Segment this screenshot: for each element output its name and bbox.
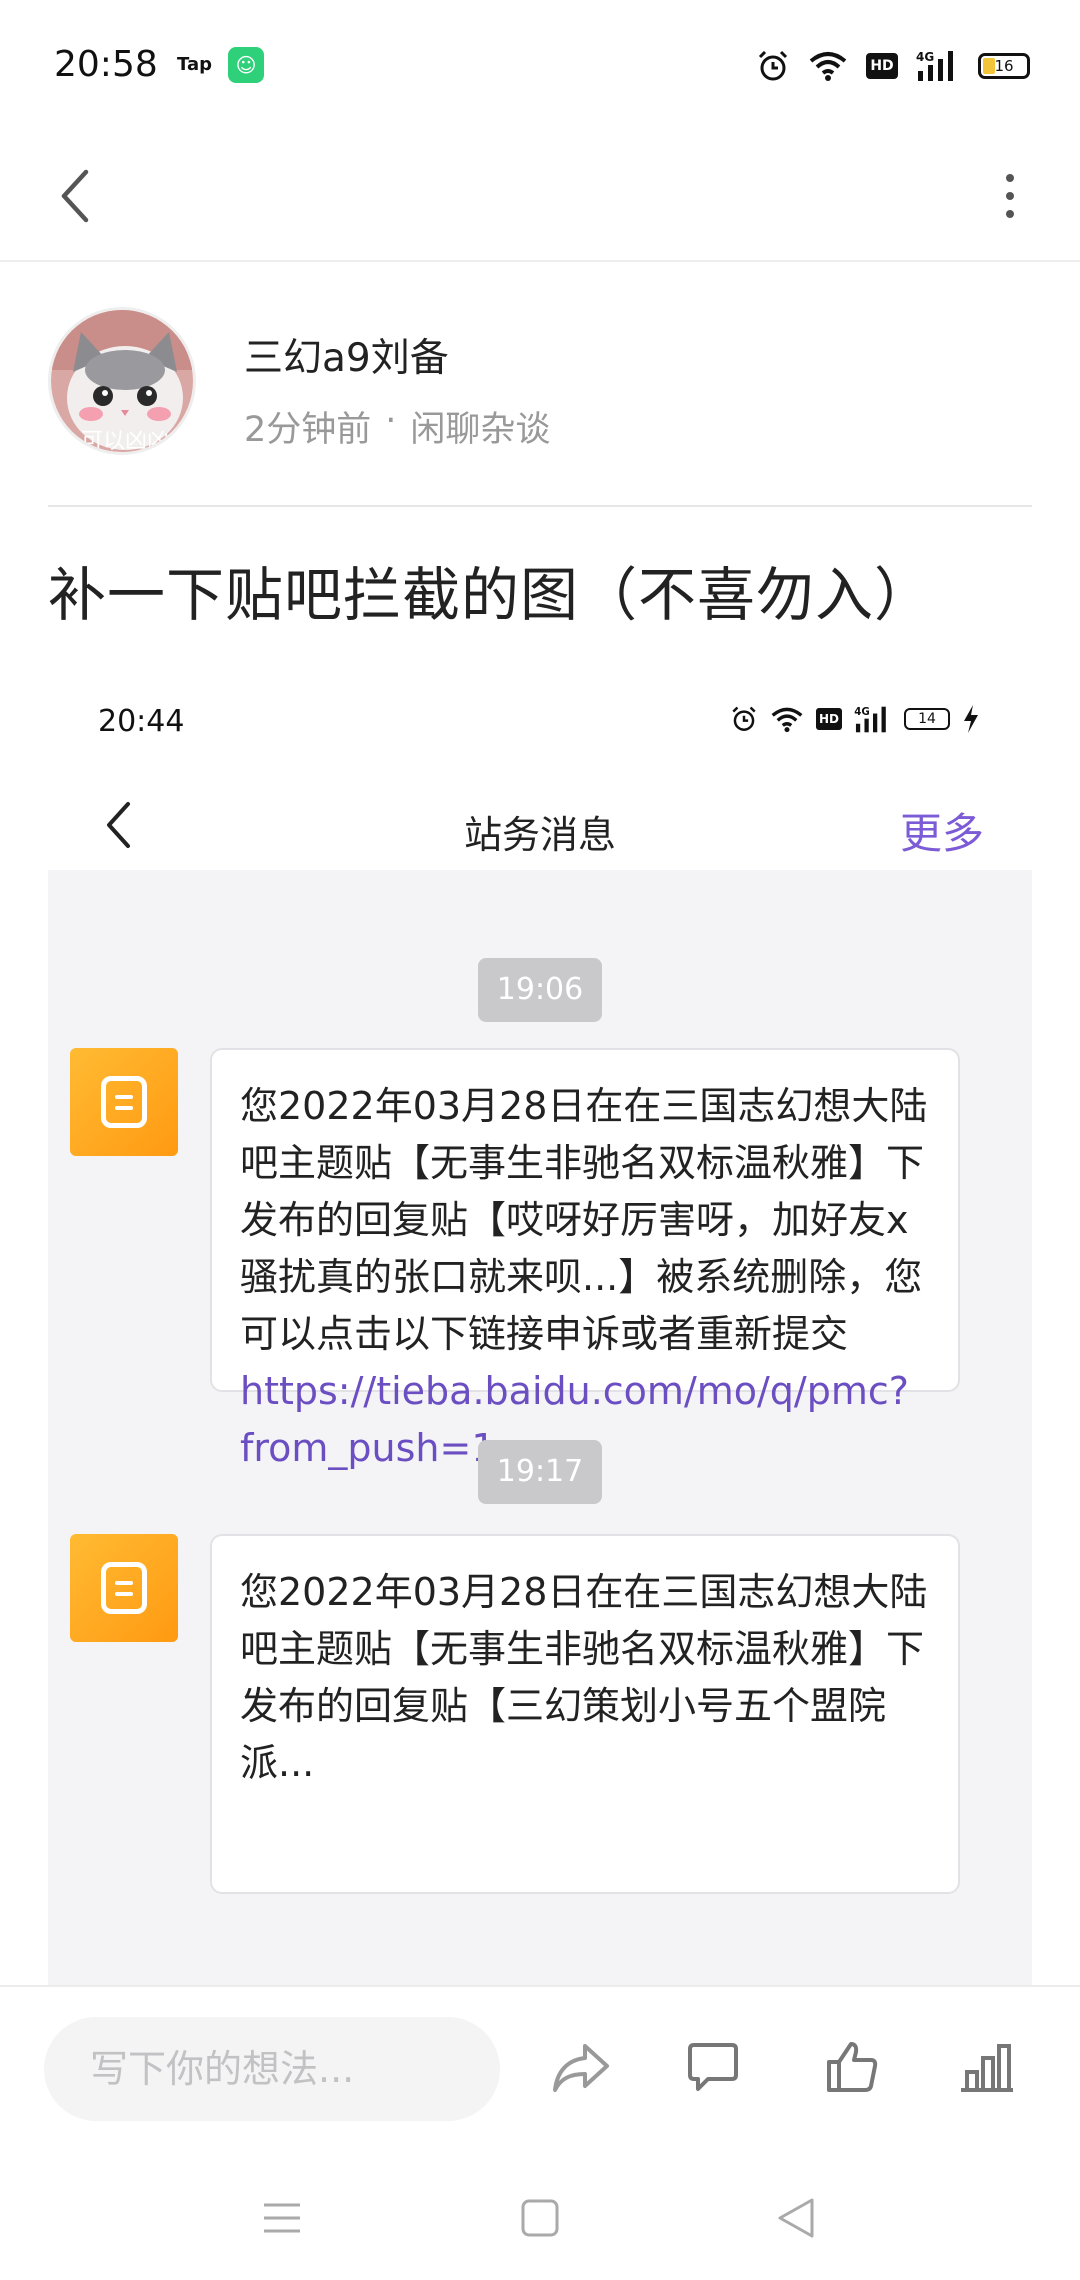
status-bar: 20:58 Tap ☺ HD 4G 16: [0, 0, 1080, 130]
back-triangle-icon: [778, 2198, 814, 2238]
home-button[interactable]: [500, 2178, 580, 2258]
message-text: 您2022年03月28日在在三国志幻想大陆吧主题贴【无事生非驰名双标温秋雅】下发…: [240, 1084, 928, 1356]
comment-button[interactable]: [673, 2027, 753, 2107]
share-button[interactable]: [541, 2027, 621, 2107]
message-text: 您2022年03月28日在在三国志幻想大陆吧主题贴【无事生非驰名双标温秋雅】下发…: [240, 1570, 928, 1785]
message-timestamp: 19:17: [478, 1440, 602, 1504]
comment-icon: [688, 2043, 738, 2091]
comment-input[interactable]: [44, 2017, 500, 2121]
embedded-status-icons: HD 4G 14: [730, 704, 980, 734]
notice-app-icon: [70, 1534, 178, 1642]
message-list: 19:06 您2022年03月28日在在三国志幻想大陆吧主题贴【无事生非驰名双标…: [48, 870, 1032, 1985]
embedded-page-title: 站务消息: [463, 813, 616, 857]
stats-button[interactable]: [947, 2027, 1027, 2107]
author-name[interactable]: 三幻a9刘备: [244, 327, 449, 383]
board-name[interactable]: 闲聊杂谈: [410, 401, 550, 452]
wifi-icon: [809, 52, 847, 81]
avatar[interactable]: 可以凶凶: [48, 307, 196, 455]
alarm-icon: [732, 706, 756, 731]
post-image[interactable]: 20:44 HD 4G 14 站务消息 更多 19:06 您2022年03月28…: [48, 660, 1032, 1985]
embedded-nav-bar: 站务消息 更多: [48, 770, 1032, 880]
message-bubble: 您2022年03月28日在在三国志幻想大陆吧主题贴【无事生非驰名双标温秋雅】下发…: [210, 1534, 960, 1894]
svg-text:4G: 4G: [854, 707, 870, 718]
home-square-icon: [521, 2199, 559, 2237]
charging-bolt-icon: [964, 705, 978, 733]
bottom-action-bar: [0, 1985, 1080, 2145]
like-button[interactable]: [812, 2027, 892, 2107]
battery-indicator: 16: [978, 53, 1030, 79]
message-timestamp: 19:06: [478, 958, 602, 1022]
more-options-button[interactable]: [980, 156, 1040, 236]
menu-icon: [264, 2203, 300, 2233]
signal-4g-icon: 4G: [916, 50, 953, 81]
notice-app-icon: [70, 1048, 178, 1156]
embedded-status-bar: 20:44 HD 4G 14: [48, 660, 1032, 770]
cat-avatar-image: 可以凶凶: [51, 310, 193, 454]
system-back-button[interactable]: [756, 2178, 836, 2258]
bar-chart-icon: [961, 2044, 1013, 2092]
embedded-more-link: 更多: [899, 809, 984, 858]
alarm-icon: [758, 50, 788, 81]
embedded-status-time: 20:44: [98, 704, 185, 739]
thumbs-up-icon: [827, 2042, 878, 2092]
more-vertical-icon: [1006, 174, 1014, 182]
battery-indicator: 14: [904, 708, 950, 730]
author-header: 可以凶凶 三幻a9刘备 2分钟前 · 闲聊杂谈: [48, 307, 1032, 507]
post-title: 补一下贴吧拦截的图（不喜勿入）: [48, 561, 934, 629]
recent-apps-button[interactable]: [242, 2178, 322, 2258]
post-meta: 2分钟前 · 闲聊杂谈: [244, 401, 550, 452]
document-icon: [101, 1076, 147, 1128]
tap-label: Tap: [177, 54, 212, 75]
system-nav-bar: [0, 2148, 1080, 2280]
status-icons: HD 4G 16: [756, 48, 1030, 84]
share-icon: [553, 2044, 609, 2092]
message-bubble: 您2022年03月28日在在三国志幻想大陆吧主题贴【无事生非驰名双标温秋雅】下发…: [210, 1048, 960, 1470]
post-time: 2分钟前: [244, 410, 372, 450]
document-icon: [101, 1562, 147, 1614]
signal-4g-icon: 4G: [854, 706, 886, 732]
svg-text:4G: 4G: [916, 50, 934, 64]
top-nav: [0, 130, 1080, 262]
back-button[interactable]: [40, 156, 110, 236]
wifi-icon: [771, 707, 803, 732]
status-time: 20:58: [54, 44, 158, 85]
meta-separator: ·: [385, 401, 397, 441]
chevron-left-icon: [61, 169, 89, 223]
hd-badge: HD: [866, 53, 898, 79]
battery-level: 16: [994, 57, 1014, 75]
taptap-app-icon: ☺: [228, 47, 264, 83]
svg-text:可以凶凶: 可以凶凶: [81, 429, 169, 454]
hd-badge: HD: [816, 708, 842, 730]
